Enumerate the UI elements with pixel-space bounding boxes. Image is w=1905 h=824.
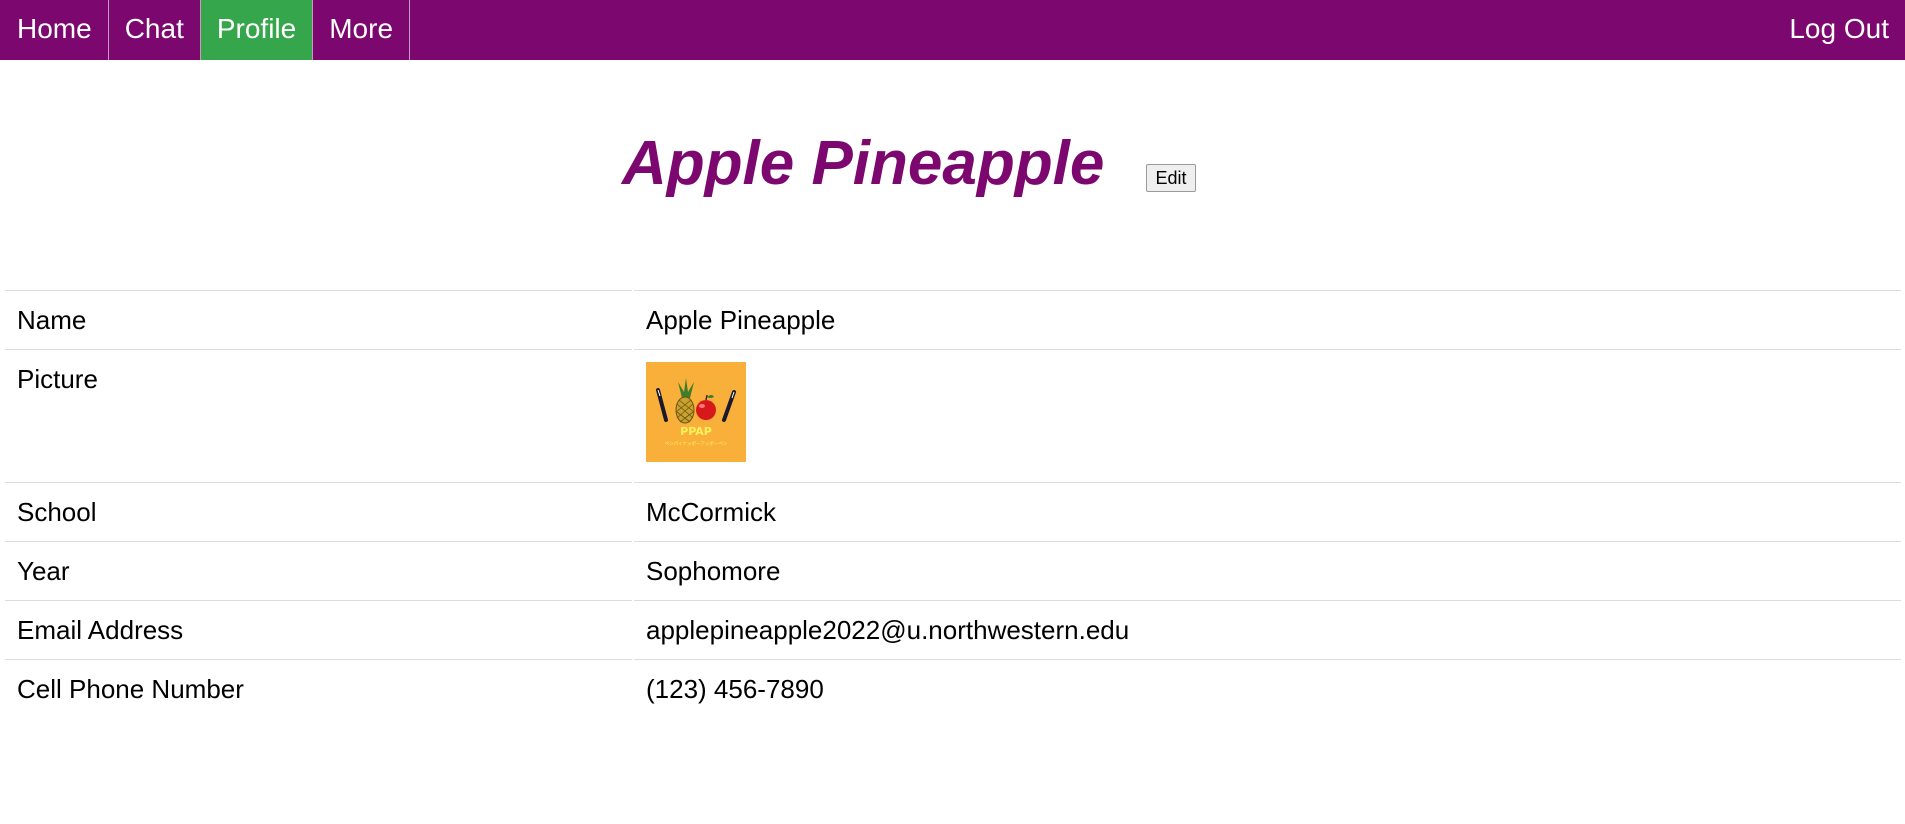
nav-item-chat[interactable]: Chat xyxy=(109,0,201,60)
picture-subtext: ペンパイナッポーアッポーペン xyxy=(665,440,728,447)
table-row-year: Year Sophomore xyxy=(5,541,1901,600)
edit-button[interactable]: Edit xyxy=(1146,164,1196,192)
row-label-name: Name xyxy=(5,290,632,349)
table-row-phone: Cell Phone Number (123) 456-7890 xyxy=(5,659,1901,718)
row-value-email: applepineapple2022@u.northwestern.edu xyxy=(634,600,1901,659)
profile-picture: PPAP ペンパイナッポーアッポーペン xyxy=(646,362,746,462)
nav-item-more[interactable]: More xyxy=(313,0,411,60)
ppap-logo-image: PPAP ペンパイナッポーアッポーペン xyxy=(646,362,746,462)
nav-menu: Home Chat Profile More xyxy=(1,0,411,60)
row-value-phone: (123) 456-7890 xyxy=(634,659,1901,718)
picture-text: PPAP xyxy=(680,425,712,438)
row-label-school: School xyxy=(5,482,632,541)
row-value-year: Sophomore xyxy=(634,541,1901,600)
row-value-name: Apple Pineapple xyxy=(634,290,1901,349)
row-label-email: Email Address xyxy=(5,600,632,659)
table-row-email: Email Address applepineapple2022@u.north… xyxy=(5,600,1901,659)
nav-item-home[interactable]: Home xyxy=(1,0,109,60)
row-label-picture: Picture xyxy=(5,349,632,482)
table-row-name: Name Apple Pineapple xyxy=(5,290,1901,349)
nav-item-profile[interactable]: Profile xyxy=(200,0,314,60)
row-label-year: Year xyxy=(5,541,632,600)
table-row-school: School McCormick xyxy=(5,482,1901,541)
profile-table: Name Apple Pineapple Picture PPAP ペンパイナッ… xyxy=(3,290,1903,718)
row-value-school: McCormick xyxy=(634,482,1901,541)
top-navbar: Home Chat Profile More Log Out xyxy=(0,0,1905,60)
row-label-phone: Cell Phone Number xyxy=(5,659,632,718)
logout-link[interactable]: Log Out xyxy=(1789,0,1889,60)
table-row-picture: Picture PPAP ペンパイナッポーアッポーペン xyxy=(5,349,1901,482)
profile-title: Apple Pineapple xyxy=(622,129,1105,198)
row-value-picture: PPAP ペンパイナッポーアッポーペン xyxy=(634,349,1901,482)
